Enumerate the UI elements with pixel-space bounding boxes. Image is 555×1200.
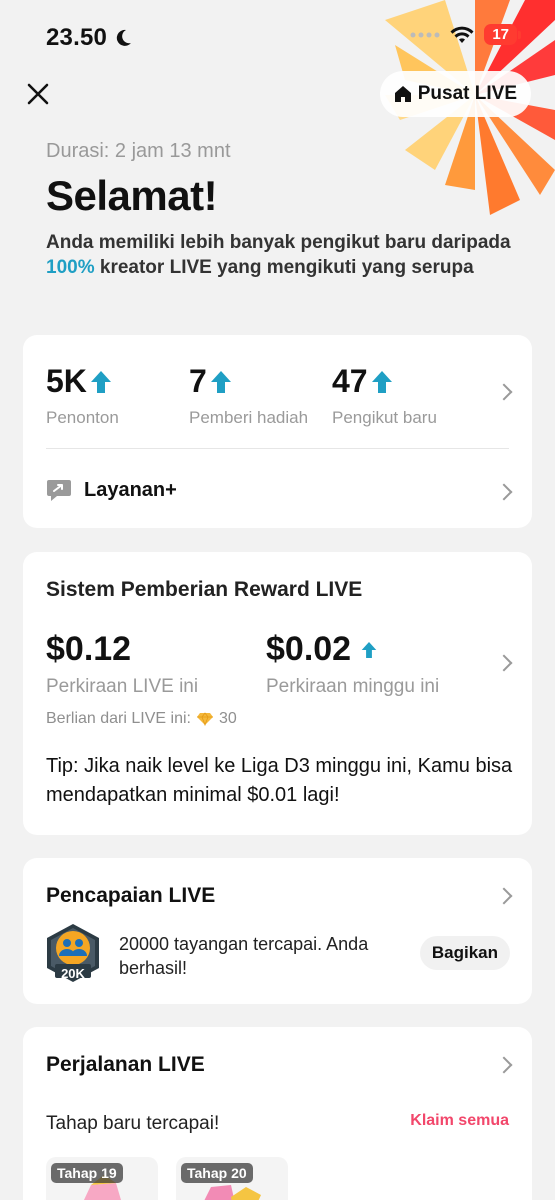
diamonds-count: 30 <box>218 710 237 727</box>
subtitle-percent: 100% <box>46 257 95 278</box>
share-button[interactable]: Bagikan <box>419 936 510 970</box>
pusat-live-button[interactable]: Pusat LIVE <box>379 71 531 117</box>
reward-card[interactable]: Sistem Pemberian Reward LIVE $0.12 Perki… <box>23 552 532 835</box>
chevron-right-icon[interactable] <box>495 1056 513 1074</box>
pusat-live-label: Pusat LIVE <box>417 83 517 104</box>
reward-live-label: Perkiraan LIVE ini <box>46 676 199 697</box>
divider <box>46 448 509 449</box>
moon-icon <box>116 29 132 46</box>
stage-card-20[interactable]: Tahap 20 <box>176 1157 288 1200</box>
layanan-label: Layanan+ <box>84 478 177 501</box>
achievement-text: 20000 tayangan tercapai. Anda berhasil! <box>119 934 369 978</box>
chevron-right-icon[interactable] <box>495 383 513 401</box>
page-title: Selamat! <box>46 172 218 219</box>
battery-indicator: 17 <box>484 24 521 45</box>
stat-label: Pengikut baru <box>332 408 437 427</box>
stat-new-followers: 47 Pengikut baru <box>332 363 492 428</box>
stats-row[interactable]: 5K Penonton 7 Pemberi hadiah 47 Pengikut… <box>46 363 492 428</box>
chevron-right-icon[interactable] <box>495 887 513 905</box>
stat-value: 5K <box>46 363 87 399</box>
diamond-icon <box>196 712 213 726</box>
home-icon <box>394 86 411 102</box>
chevron-right-icon[interactable] <box>495 654 513 672</box>
status-icons: 17 <box>410 24 521 45</box>
badge-label: 20K <box>61 966 85 981</box>
journey-card[interactable]: Perjalanan LIVE Tahap baru tercapai! Kla… <box>23 1027 532 1200</box>
close-button[interactable] <box>22 78 54 110</box>
achievement-card[interactable]: Pencapaian LIVE 20K 20000 tayangan terca… <box>23 858 532 1004</box>
up-arrow-icon <box>361 641 377 658</box>
reward-week-amount: $0.02 <box>266 630 352 668</box>
close-icon <box>27 83 49 105</box>
up-arrow-icon <box>90 370 111 393</box>
reward-week-value: $0.02 <box>266 630 377 669</box>
reward-week-label: Perkiraan minggu ini <box>266 676 440 697</box>
up-arrow-icon <box>210 370 231 393</box>
subtitle-part-1: Anda memiliki lebih banyak pengikut baru… <box>46 232 511 253</box>
subtitle-part-2: kreator LIVE yang mengikuti yang serupa <box>94 257 474 278</box>
achievement-title: Pencapaian LIVE <box>46 884 216 907</box>
signal-dots-icon <box>410 32 440 37</box>
stats-card: 5K Penonton 7 Pemberi hadiah 47 Pengikut… <box>23 335 532 528</box>
stage-card-19[interactable]: Tahap 19 <box>46 1157 158 1200</box>
stat-viewers: 5K Penonton <box>46 363 189 428</box>
reward-live-amount: $0.12 <box>46 630 132 668</box>
chat-bubble-icon <box>47 480 71 501</box>
up-arrow-icon <box>371 370 392 393</box>
stat-value: 7 <box>189 363 207 399</box>
stage-reached-text: Tahap baru tercapai! <box>46 1113 220 1134</box>
summary-subtitle: Anda memiliki lebih banyak pengikut baru… <box>46 230 516 280</box>
reward-title: Sistem Pemberian Reward LIVE <box>46 578 363 601</box>
duration-text: Durasi: 2 jam 13 mnt <box>46 140 231 162</box>
status-time: 23.50 <box>46 24 133 52</box>
chevron-right-icon[interactable] <box>495 483 513 501</box>
status-bar: 23.50 17 <box>0 0 555 70</box>
stage-tag: Tahap 19 <box>51 1163 123 1183</box>
time-text: 23.50 <box>46 24 108 51</box>
wifi-icon <box>450 26 474 43</box>
claim-all-link[interactable]: Klaim semua <box>410 1112 509 1130</box>
layanan-row[interactable]: Layanan+ <box>46 478 177 502</box>
stat-label: Penonton <box>46 408 119 427</box>
diamonds-label: Berlian dari LIVE ini: <box>46 710 191 727</box>
diamonds-row: Berlian dari LIVE ini: 30 <box>46 710 237 728</box>
stat-value: 47 <box>332 363 368 399</box>
reward-live-value: $0.12 <box>46 630 131 669</box>
reward-tip: Tip: Jika naik level ke Liga D3 minggu i… <box>46 755 513 806</box>
stat-gifters: 7 Pemberi hadiah <box>189 363 332 428</box>
stat-label: Pemberi hadiah <box>189 408 309 427</box>
journey-title: Perjalanan LIVE <box>46 1053 205 1076</box>
achievement-badge-icon: 20K <box>43 922 103 984</box>
stage-tag: Tahap 20 <box>181 1163 253 1183</box>
